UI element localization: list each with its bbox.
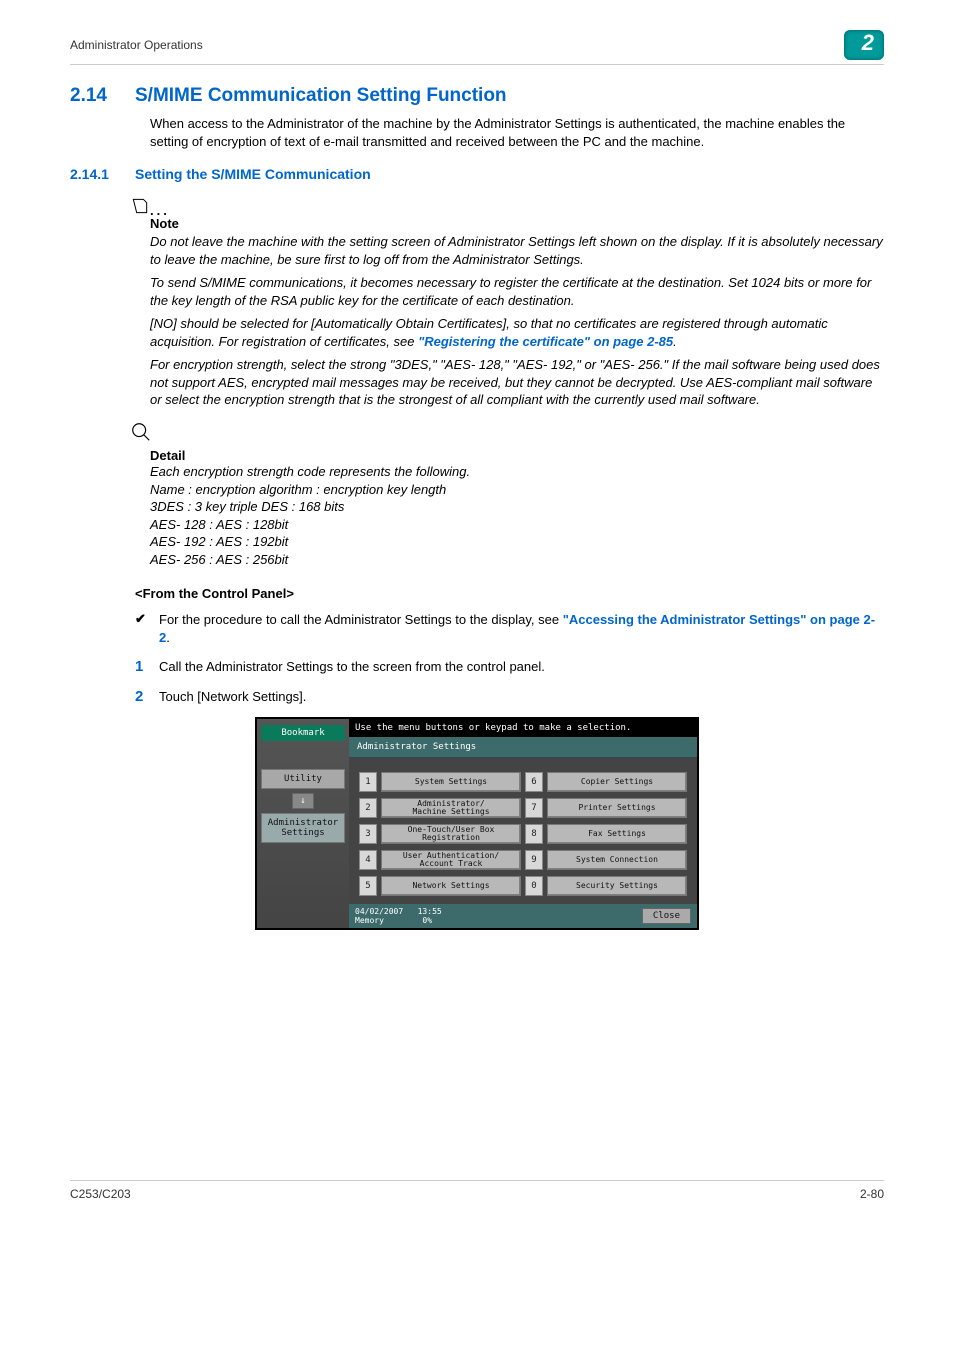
menu-number: 1 bbox=[359, 772, 377, 792]
menu-button[interactable]: Network Settings bbox=[381, 876, 521, 896]
procedure-subhead: <From the Control Panel> bbox=[135, 586, 884, 601]
note-paragraph: For encryption strength, select the stro… bbox=[150, 356, 884, 409]
subsection-heading: 2.14.1Setting the S/MIME Communication bbox=[70, 166, 884, 182]
menu-button[interactable]: System Settings bbox=[381, 772, 521, 792]
menu-number: 7 bbox=[525, 798, 543, 818]
menu-number: 0 bbox=[525, 876, 543, 896]
admin-settings-tab[interactable]: Administrator Settings bbox=[261, 813, 345, 843]
note-paragraph: Do not leave the machine with the settin… bbox=[150, 233, 884, 268]
detail-label: Detail bbox=[150, 448, 884, 463]
panel-help-text: Use the menu buttons or keypad to make a… bbox=[349, 719, 697, 737]
detail-icon bbox=[130, 421, 884, 450]
running-header: Administrator Operations bbox=[70, 38, 203, 52]
section-title: S/MIME Communication Setting Function bbox=[135, 85, 507, 106]
detail-line: AES- 128 : AES : 128bit bbox=[150, 516, 884, 534]
menu-button[interactable]: Security Settings bbox=[547, 876, 687, 896]
chapter-badge: 2 bbox=[844, 30, 884, 60]
menu-number: 2 bbox=[359, 798, 377, 818]
menu-button[interactable]: Administrator/ Machine Settings bbox=[381, 798, 521, 818]
check-icon: ✔ bbox=[135, 611, 159, 646]
menu-button[interactable]: Copier Settings bbox=[547, 772, 687, 792]
menu-number: 5 bbox=[359, 876, 377, 896]
note-icon: ... bbox=[130, 192, 884, 218]
close-button[interactable]: Close bbox=[642, 908, 691, 924]
menu-button[interactable]: Printer Settings bbox=[547, 798, 687, 818]
section-heading: 2.14S/MIME Communication Setting Functio… bbox=[70, 85, 884, 107]
detail-line: Name : encryption algorithm : encryption… bbox=[150, 481, 884, 499]
footer-model: C253/C203 bbox=[70, 1187, 131, 1201]
step-text: Call the Administrator Settings to the s… bbox=[159, 658, 884, 676]
down-arrow-icon: ↓ bbox=[292, 793, 314, 809]
utility-tab[interactable]: Utility bbox=[261, 769, 345, 789]
menu-number: 6 bbox=[525, 772, 543, 792]
panel-title: Administrator Settings bbox=[349, 737, 697, 758]
detail-line: AES- 192 : AES : 192bit bbox=[150, 533, 884, 551]
menu-button[interactable]: User Authentication/ Account Track bbox=[381, 850, 521, 870]
note-label: Note bbox=[150, 216, 884, 231]
note-paragraph: [NO] should be selected for [Automatical… bbox=[150, 315, 884, 350]
step-number: 1 bbox=[135, 658, 159, 676]
panel-status-text: 04/02/2007 13:55 Memory 0% bbox=[355, 907, 442, 925]
section-number: 2.14 bbox=[70, 85, 135, 107]
certificate-link[interactable]: "Registering the certificate" on page 2-… bbox=[418, 334, 673, 349]
step-number: 2 bbox=[135, 688, 159, 706]
menu-button[interactable]: Fax Settings bbox=[547, 824, 687, 844]
menu-button[interactable]: One-Touch/User Box Registration bbox=[381, 824, 521, 844]
detail-line: 3DES : 3 key triple DES : 168 bits bbox=[150, 498, 884, 516]
footer-page-number: 2-80 bbox=[860, 1187, 884, 1201]
intro-paragraph: When access to the Administrator of the … bbox=[150, 115, 884, 150]
note-paragraph: To send S/MIME communications, it become… bbox=[150, 274, 884, 309]
menu-button[interactable]: System Connection bbox=[547, 850, 687, 870]
detail-line: Each encryption strength code represents… bbox=[150, 463, 884, 481]
subsection-title: Setting the S/MIME Communication bbox=[135, 166, 371, 182]
menu-number: 3 bbox=[359, 824, 377, 844]
step-text: Touch [Network Settings]. bbox=[159, 688, 884, 706]
menu-number: 9 bbox=[525, 850, 543, 870]
bookmark-tab[interactable]: Bookmark bbox=[261, 725, 345, 741]
detail-line: AES- 256 : AES : 256bit bbox=[150, 551, 884, 569]
subsection-number: 2.14.1 bbox=[70, 166, 135, 182]
menu-number: 8 bbox=[525, 824, 543, 844]
control-panel-screenshot: Bookmark Utility ↓ Administrator Setting… bbox=[255, 717, 699, 930]
menu-number: 4 bbox=[359, 850, 377, 870]
check-bullet-text: For the procedure to call the Administra… bbox=[159, 611, 884, 646]
